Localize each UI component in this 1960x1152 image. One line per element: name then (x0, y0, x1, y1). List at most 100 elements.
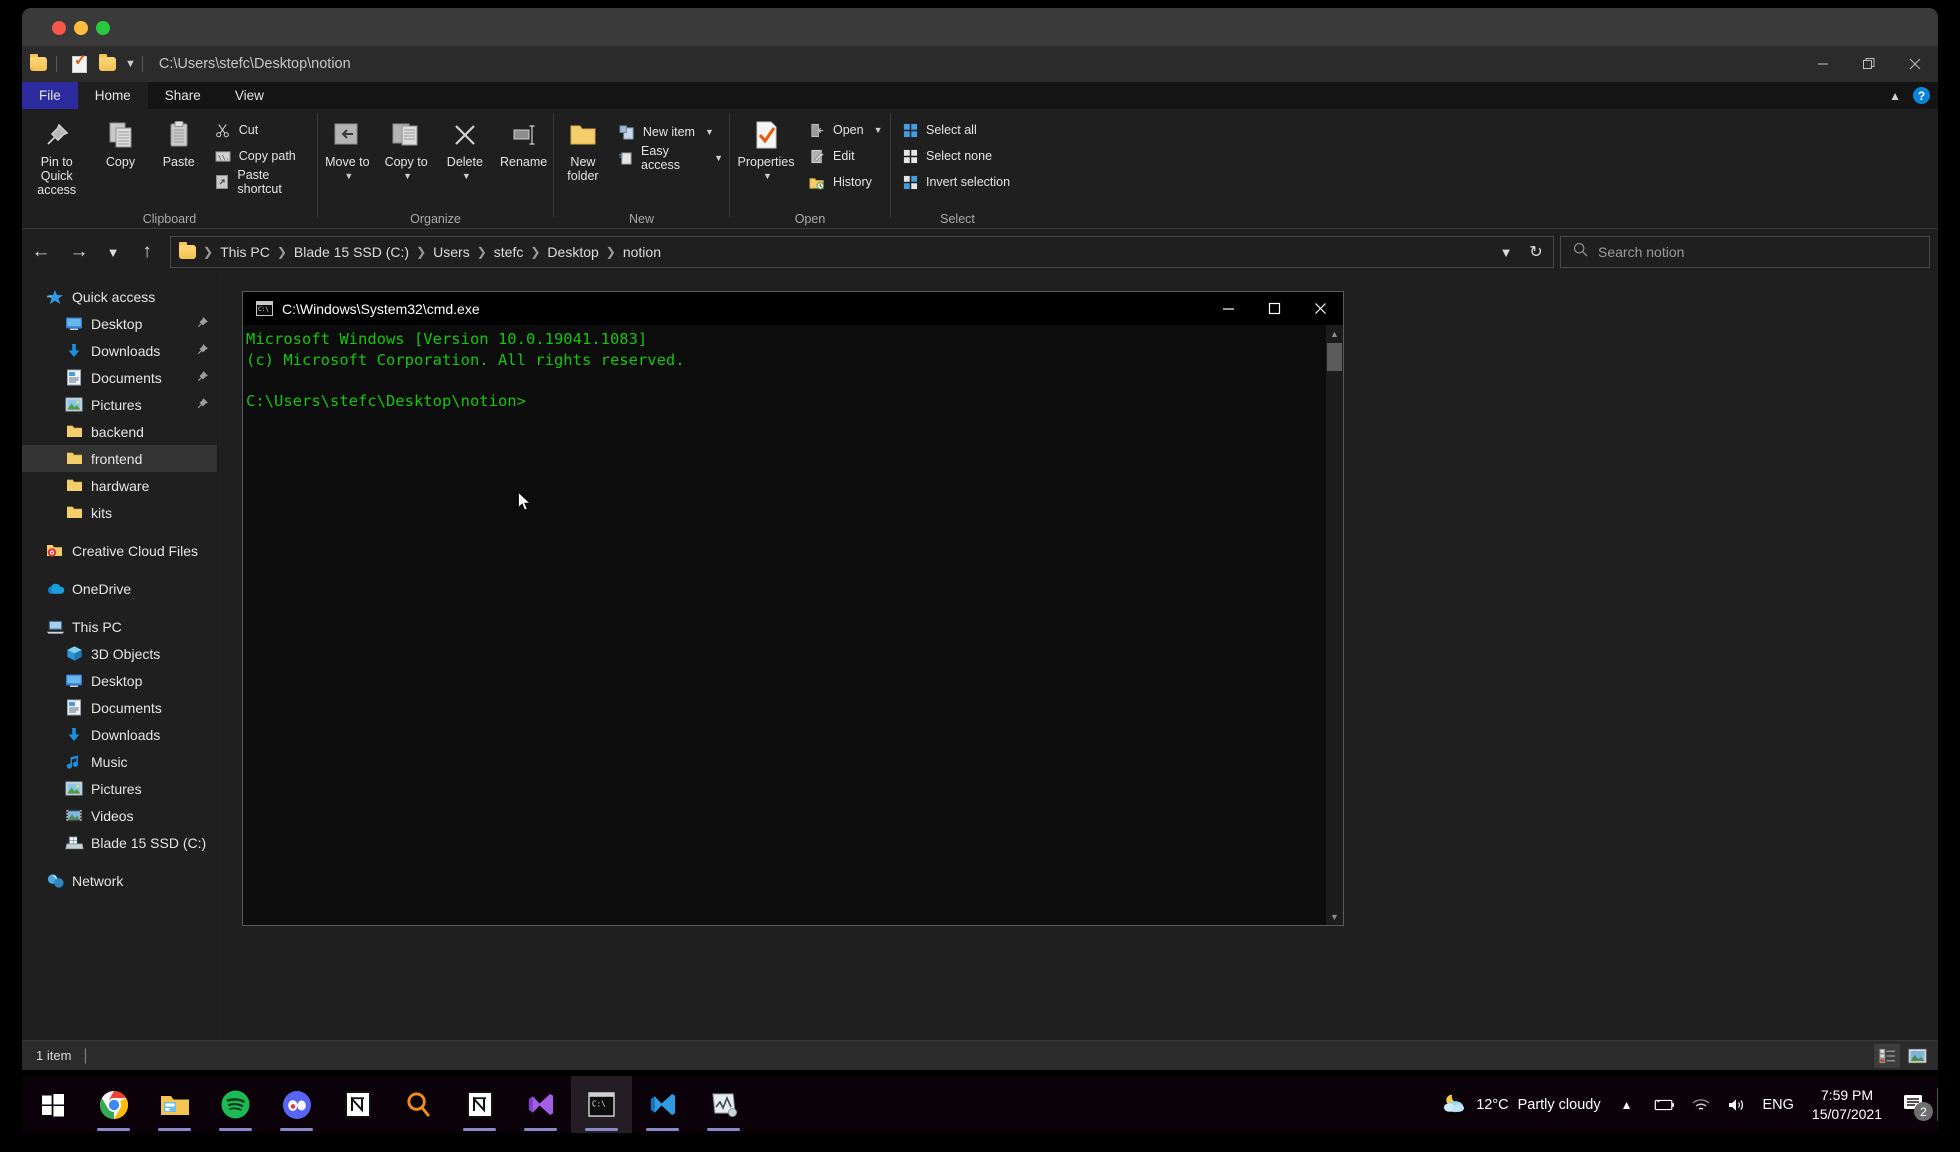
search-box[interactable]: Search notion (1560, 236, 1930, 268)
chevron-down-icon[interactable]: ▼ (705, 127, 714, 137)
sidebar-item-desktop[interactable]: Desktop (22, 310, 217, 337)
select-all-button[interactable]: Select all (895, 117, 1016, 143)
scroll-down-icon[interactable]: ▼ (1326, 908, 1343, 925)
chevron-down-icon[interactable]: ▼ (763, 169, 772, 183)
command-prompt-window[interactable]: C:\ C:\Windows\System32\cmd.exe Microsof… (242, 291, 1344, 926)
open-button[interactable]: Open ▼ (802, 117, 889, 143)
large-icons-view-icon[interactable] (1904, 1044, 1930, 1068)
show-desktop-button[interactable] (1937, 1088, 1938, 1121)
sidebar-item-3d-objects[interactable]: 3D Objects (22, 640, 217, 667)
new-folder-button[interactable]: New folder (554, 115, 612, 183)
sidebar-item-network[interactable]: Network (22, 867, 217, 894)
taskbar-visual-studio[interactable] (510, 1076, 571, 1133)
chevron-up-icon[interactable]: ▲ (1609, 1076, 1645, 1133)
pin-icon[interactable] (196, 370, 209, 386)
new-folder-icon[interactable] (97, 53, 119, 75)
rename-button[interactable]: Rename (494, 115, 553, 169)
mac-minimize-button[interactable] (74, 21, 88, 35)
sidebar-item-music[interactable]: Music (22, 748, 217, 775)
move-to-button[interactable]: Move to ▼ (318, 115, 377, 183)
properties-icon[interactable] (69, 53, 91, 75)
pin-to-quick-access-button[interactable]: Pin to Quick access (22, 115, 91, 197)
chevron-down-icon[interactable]: ▼ (714, 153, 723, 163)
tab-home[interactable]: Home (77, 82, 148, 109)
tab-view[interactable]: View (218, 82, 281, 109)
battery-charging-icon[interactable] (1645, 1076, 1683, 1133)
details-view-icon[interactable] (1874, 1044, 1900, 1068)
sidebar-item-onedrive[interactable]: OneDrive (22, 575, 217, 602)
taskbar-discord[interactable] (266, 1076, 327, 1133)
refresh-icon[interactable]: ↻ (1521, 237, 1551, 267)
forward-arrow-icon[interactable]: → (60, 233, 98, 271)
sidebar-item-videos[interactable]: Videos (22, 802, 217, 829)
sidebar-item-pictures[interactable]: Pictures (22, 775, 217, 802)
sidebar-item-frontend[interactable]: frontend (22, 445, 217, 472)
easy-access-button[interactable]: Easy access ▼ (612, 144, 729, 172)
edit-button[interactable]: Edit (802, 143, 889, 169)
chevron-down-icon[interactable]: ▼ (403, 169, 412, 183)
wifi-icon[interactable] (1683, 1076, 1719, 1133)
sidebar-item-creative-cloud-files[interactable]: Creative Cloud Files (22, 537, 217, 564)
breadcrumb-item-drive[interactable]: Blade 15 SSD (C:) (294, 244, 409, 260)
sidebar-item-documents[interactable]: Documents (22, 364, 217, 391)
sidebar-item-quick-access[interactable]: Quick access (22, 283, 217, 310)
pin-icon[interactable] (196, 316, 209, 332)
chevron-down-icon[interactable]: ▼ (344, 169, 353, 183)
copy-button[interactable]: Copy (91, 115, 149, 169)
sidebar-item-kits[interactable]: kits (22, 499, 217, 526)
properties-button[interactable]: Properties ▼ (730, 115, 802, 183)
taskbar-start-button[interactable] (22, 1076, 83, 1133)
address-history-chevron-down-icon[interactable]: ▼ (1491, 237, 1521, 267)
paste-button[interactable]: Paste (150, 115, 208, 169)
chevron-up-icon[interactable]: ▲ (1889, 89, 1901, 103)
copy-path-button[interactable]: \\.. Copy path (208, 143, 317, 169)
sidebar-item-downloads[interactable]: Downloads (22, 721, 217, 748)
sidebar-item-hardware[interactable]: hardware (22, 472, 217, 499)
taskbar-chrome[interactable] (83, 1076, 144, 1133)
history-button[interactable]: History (802, 169, 889, 195)
speaker-icon[interactable] (1719, 1076, 1755, 1133)
taskbar-spotify[interactable] (205, 1076, 266, 1133)
chevron-down-icon[interactable]: ▼ (462, 169, 471, 183)
sidebar-item-blade-15-ssd-c[interactable]: Blade 15 SSD (C:) (22, 829, 217, 856)
taskbar-system-monitor[interactable] (693, 1076, 754, 1133)
cut-button[interactable]: Cut (208, 117, 317, 143)
weather-widget[interactable]: 12°C Partly cloudy (1433, 1076, 1608, 1133)
scroll-up-icon[interactable]: ▲ (1326, 325, 1343, 342)
cmd-titlebar[interactable]: C:\ C:\Windows\System32\cmd.exe (243, 292, 1343, 325)
sidebar-item-pictures[interactable]: Pictures (22, 391, 217, 418)
back-arrow-icon[interactable]: ← (22, 233, 60, 271)
tab-file[interactable]: File (22, 82, 78, 109)
breadcrumb-item-stefc[interactable]: stefc (494, 244, 524, 260)
mac-close-button[interactable] (52, 21, 66, 35)
folder-icon[interactable] (28, 53, 50, 75)
breadcrumb-item-users[interactable]: Users (433, 244, 470, 260)
taskbar-file-explorer[interactable] (144, 1076, 205, 1133)
sidebar-item-backend[interactable]: backend (22, 418, 217, 445)
help-button[interactable]: ? (1913, 87, 1930, 104)
invert-selection-button[interactable]: Invert selection (895, 169, 1016, 195)
minimize-icon[interactable] (1800, 46, 1846, 82)
taskbar-search[interactable] (388, 1076, 449, 1133)
taskbar-vs-code[interactable] (632, 1076, 693, 1133)
customize-caret-icon[interactable]: ▼ (125, 58, 136, 70)
restore-icon[interactable] (1846, 46, 1892, 82)
paste-shortcut-button[interactable]: Paste shortcut (208, 168, 317, 196)
language-indicator[interactable]: ENG (1755, 1076, 1802, 1133)
taskbar-notion[interactable] (327, 1076, 388, 1133)
minimize-icon[interactable] (1205, 292, 1251, 325)
breadcrumb-item-this-pc[interactable]: This PC (220, 244, 270, 260)
breadcrumb-item-notion[interactable]: notion (623, 244, 661, 260)
delete-button[interactable]: Delete ▼ (436, 115, 495, 183)
recent-locations-chevron-down-icon[interactable]: ▼ (98, 233, 128, 271)
search-input[interactable]: Search notion (1598, 244, 1684, 260)
pin-icon[interactable] (196, 343, 209, 359)
up-arrow-icon[interactable]: ↑ (128, 233, 166, 271)
pin-icon[interactable] (196, 397, 209, 413)
mac-maximize-button[interactable] (96, 21, 110, 35)
sidebar-item-downloads[interactable]: Downloads (22, 337, 217, 364)
close-icon[interactable] (1892, 46, 1938, 82)
close-icon[interactable] (1297, 292, 1343, 325)
chevron-down-icon[interactable]: ▼ (874, 125, 883, 135)
breadcrumb-item-desktop[interactable]: Desktop (547, 244, 598, 260)
